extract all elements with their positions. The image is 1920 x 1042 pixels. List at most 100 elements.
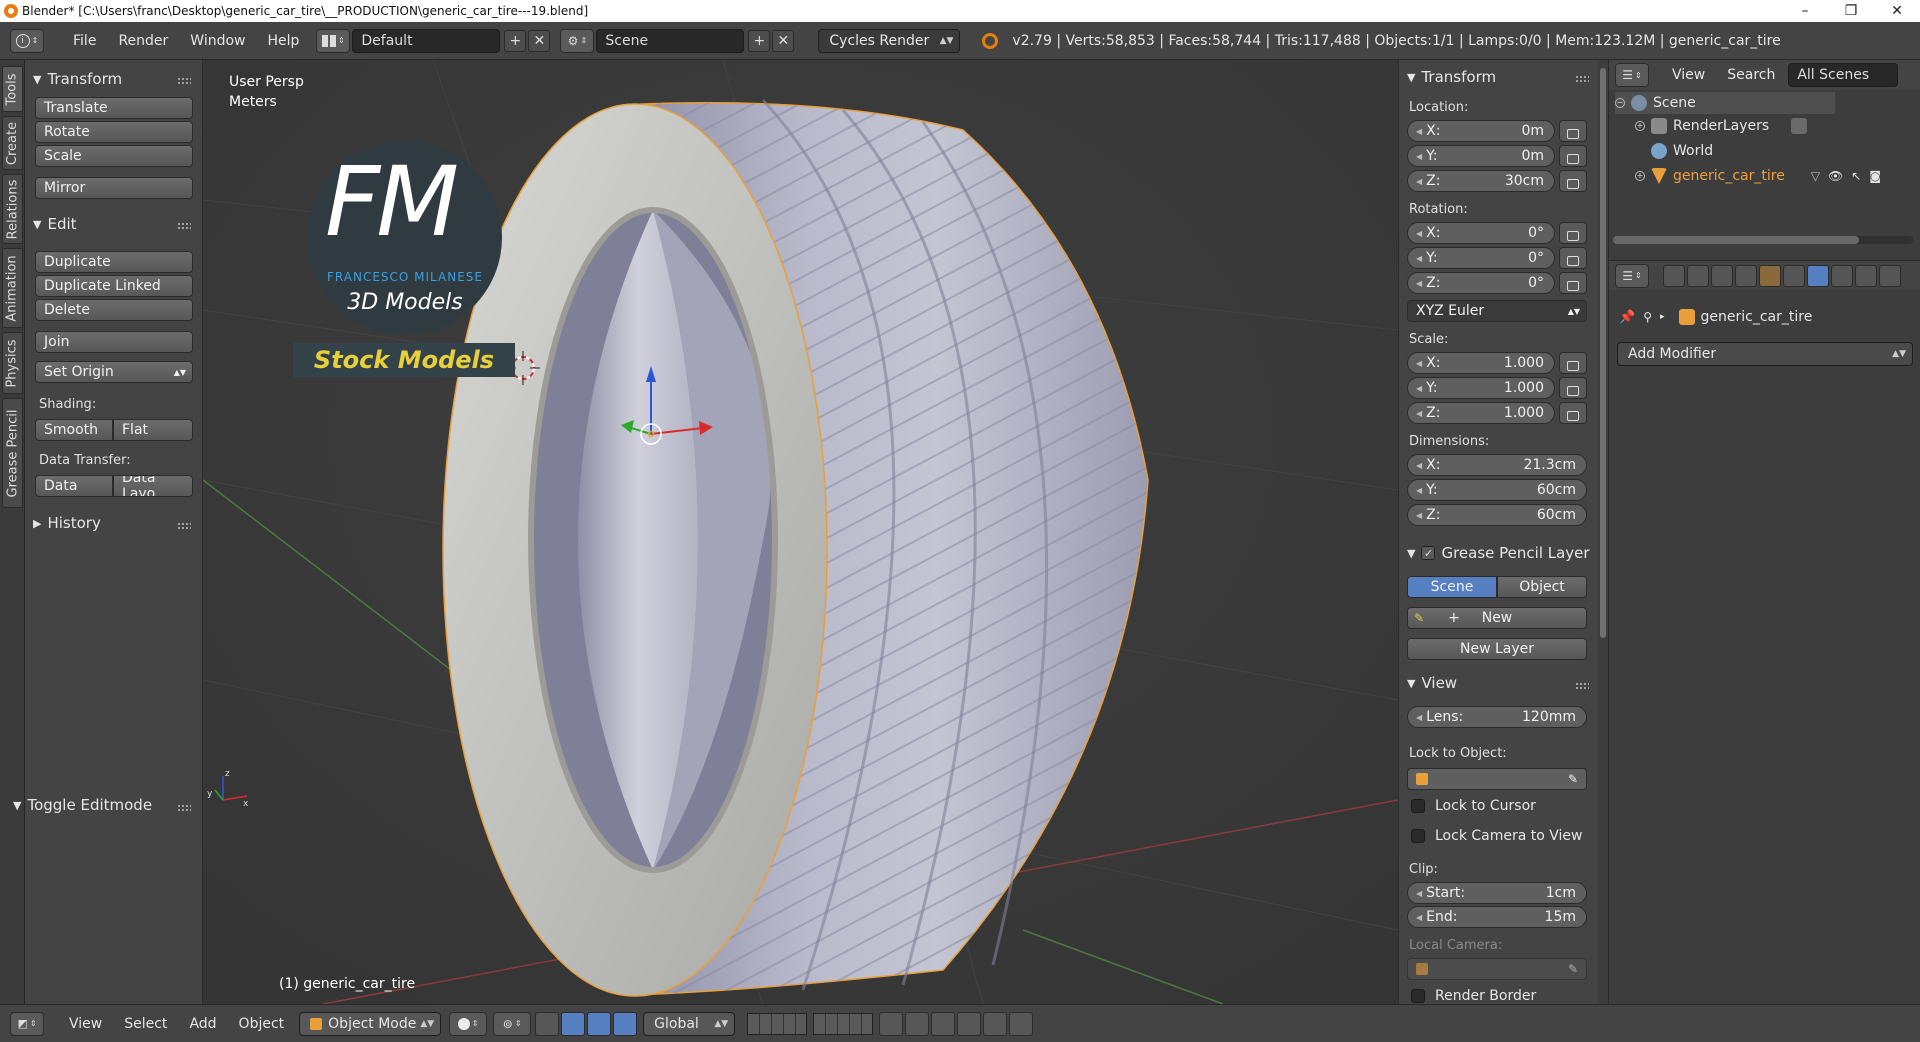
scene-browse-button[interactable]: ⚙ ⇕ (560, 28, 595, 53)
scale-x-field[interactable]: ◀ X: 1.000 (1407, 352, 1555, 374)
tab-create[interactable]: Create (2, 116, 23, 170)
eyedropper-icon[interactable]: ✎ (1568, 772, 1578, 786)
delete-screen-icon[interactable]: ✕ (528, 29, 551, 52)
outliner-item-generic-car-tire[interactable]: + generic_car_tire ▽ 👁 ↖ ◙ (1635, 165, 1881, 187)
render-still-icon[interactable] (983, 1011, 1008, 1036)
outliner-item-renderlayers[interactable]: + RenderLayers (1635, 115, 1808, 137)
lock-icon[interactable] (1559, 145, 1587, 167)
grease-enable-checkbox[interactable]: ✓ (1421, 546, 1436, 560)
lock-icon[interactable] (1559, 247, 1587, 269)
grease-object-toggle[interactable]: Object (1497, 576, 1587, 598)
clip-end-field[interactable]: ◀ End: 15m (1407, 906, 1587, 928)
rotate-button[interactable]: Rotate (35, 121, 193, 143)
screen-layout-button[interactable]: ⇕ (316, 28, 351, 53)
grease-scene-toggle[interactable]: Scene (1407, 576, 1497, 598)
grease-pencil-layer-header[interactable]: ▼ ✓ Grease Pencil Layer (1407, 544, 1590, 562)
menu-render[interactable]: Render (107, 33, 179, 49)
data-transfer-button[interactable]: Data (35, 475, 113, 497)
texture-tab-icon[interactable] (1879, 264, 1901, 287)
lens-field[interactable]: ◀ Lens: 120mm (1407, 706, 1587, 728)
panel-grip-icon[interactable] (1575, 75, 1589, 83)
dimensions-y-field[interactable]: ◀ Y: 60cm (1407, 479, 1587, 501)
rotation-x-field[interactable]: ◀ X: 0° (1407, 222, 1555, 244)
outliner-item-scene[interactable]: − Scene (1615, 92, 1835, 114)
delete-scene-icon[interactable]: ✕ (772, 29, 795, 52)
render-animation-icon[interactable] (1009, 1011, 1034, 1036)
expand-toggle-icon[interactable]: + (1635, 171, 1645, 181)
lock-icon[interactable] (1559, 377, 1587, 399)
material-tab-icon[interactable] (1855, 264, 1877, 287)
data-layout-button[interactable]: Data Layo (113, 475, 193, 497)
constraints-tab-icon[interactable] (1783, 264, 1805, 287)
render-tab-icon[interactable] (1663, 264, 1685, 287)
location-z-field[interactable]: ◀ Z: 30cm (1407, 170, 1555, 192)
tab-relations[interactable]: Relations (2, 174, 23, 244)
cursor-select-icon[interactable]: ↖ (1851, 169, 1861, 183)
outliner-menu-search[interactable]: Search (1716, 67, 1786, 83)
camera-render-icon[interactable]: ◙ (1869, 169, 1881, 183)
scrollbar-thumb[interactable] (1613, 236, 1859, 244)
screen-layout-field[interactable]: Default (352, 28, 501, 53)
grease-new-button[interactable]: ✎ + New (1407, 607, 1587, 629)
minimize-button[interactable]: – (1782, 0, 1828, 22)
menu-file[interactable]: File (62, 33, 107, 49)
lock-camera-to-view-checkbox[interactable]: Lock Camera to View (1411, 828, 1583, 844)
duplicate-button[interactable]: Duplicate (35, 251, 193, 273)
lock-icon[interactable] (1559, 120, 1587, 142)
n-transform-header[interactable]: ▼ Transform (1407, 68, 1496, 86)
transform-panel-header[interactable]: ▼ Transform (33, 70, 122, 88)
layer-grid-2[interactable] (813, 1012, 874, 1035)
snap-toggle-icon[interactable] (931, 1011, 956, 1036)
tab-animation[interactable]: Animation (2, 248, 23, 328)
grease-new-layer-button[interactable]: New Layer (1407, 638, 1587, 660)
add-screen-icon[interactable]: + (504, 29, 527, 52)
tab-tools[interactable]: Tools (2, 66, 23, 112)
menu-window[interactable]: Window (179, 33, 256, 49)
outliner-editor-type-button[interactable]: ☰ ⇕ (1615, 63, 1649, 87)
mirror-button[interactable]: Mirror (35, 177, 193, 199)
local-camera-field[interactable]: ✎ (1407, 958, 1587, 980)
menu-add[interactable]: Add (178, 1016, 227, 1032)
translate-button[interactable]: Translate (35, 97, 193, 119)
expand-toggle-icon[interactable]: + (1635, 121, 1645, 131)
add-scene-icon[interactable]: + (748, 29, 771, 52)
properties-editor-type-button[interactable]: ☰ ⇕ (1615, 263, 1649, 288)
tab-physics[interactable]: Physics (2, 332, 23, 394)
panel-grip-icon[interactable] (177, 804, 191, 812)
lock-to-cursor-checkbox[interactable]: Lock to Cursor (1411, 798, 1536, 814)
menu-view[interactable]: View (58, 1016, 113, 1032)
history-panel-header[interactable]: ▶ History (33, 514, 101, 532)
outliner-display-mode[interactable]: All Scenes (1788, 63, 1899, 87)
rotation-z-field[interactable]: ◀ Z: 0° (1407, 272, 1555, 294)
data-tab-icon[interactable] (1831, 264, 1853, 287)
join-button[interactable]: Join (35, 331, 193, 353)
scene-tab-icon[interactable] (1711, 264, 1733, 287)
edit-panel-header[interactable]: ▼ Edit (33, 215, 77, 233)
proportional-edit-icon[interactable] (905, 1011, 930, 1036)
rotate-manipulator-icon[interactable] (587, 1011, 612, 1036)
lock-icon[interactable] (1559, 272, 1587, 294)
3d-view-editor-type-button[interactable]: ◩ ⇕ (10, 1011, 44, 1036)
world-tab-icon[interactable] (1735, 264, 1757, 287)
outliner-menu-view[interactable]: View (1661, 67, 1716, 83)
clip-start-field[interactable]: ◀ Start: 1cm (1407, 882, 1587, 904)
panel-grip-icon[interactable] (1575, 682, 1589, 690)
flat-shading-button[interactable]: Flat (113, 419, 193, 441)
render-engine-dropdown[interactable]: Cycles Render ▲▼ (818, 28, 961, 53)
smooth-shading-button[interactable]: Smooth (35, 419, 113, 441)
3d-viewport[interactable]: z y x User Persp Meters FM FRANCESCO MIL… (203, 60, 1398, 1004)
collapse-toggle-icon[interactable]: − (1615, 98, 1625, 108)
layer-grid-1[interactable] (747, 1012, 808, 1035)
scale-manipulator-icon[interactable] (613, 1011, 638, 1036)
location-x-field[interactable]: ◀ X: 0m (1407, 120, 1555, 142)
transform-orientation-dropdown[interactable]: Global ▲▼ (643, 1011, 736, 1036)
lock-icon[interactable] (1559, 352, 1587, 374)
pivot-point-button[interactable]: ⊚ ⇕ (493, 1011, 532, 1036)
duplicate-linked-button[interactable]: Duplicate Linked (35, 275, 193, 297)
scale-z-field[interactable]: ◀ Z: 1.000 (1407, 402, 1555, 424)
rotation-mode-dropdown[interactable]: XYZ Euler ▲▼ (1407, 300, 1587, 322)
dimensions-x-field[interactable]: ◀ X: 21.3cm (1407, 454, 1587, 476)
tab-grease-pencil[interactable]: Grease Pencil (2, 398, 23, 508)
panel-grip-icon[interactable] (177, 522, 191, 530)
eye-icon[interactable]: 👁 (1828, 169, 1843, 183)
